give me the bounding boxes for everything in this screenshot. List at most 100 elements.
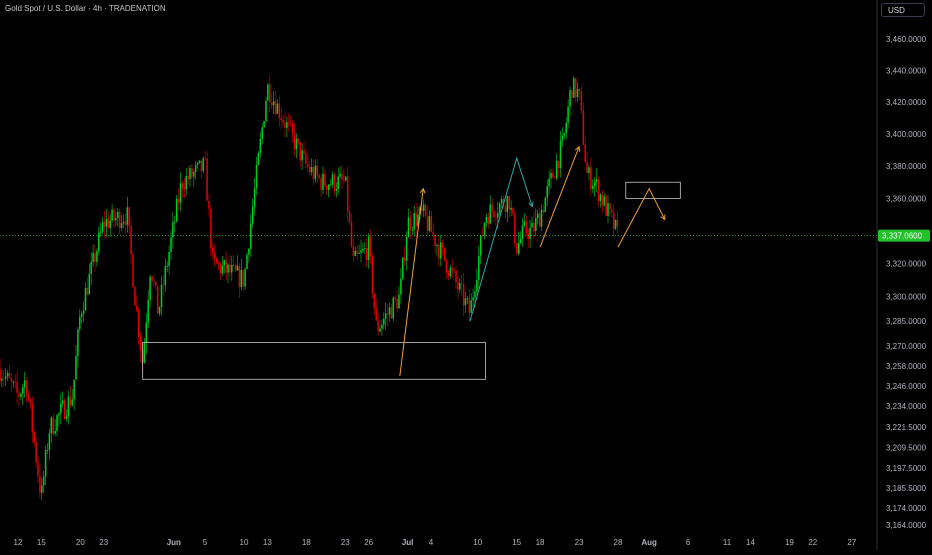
candle-up <box>485 216 488 224</box>
candle-down <box>29 399 32 405</box>
candle-up <box>345 176 347 181</box>
candle-up <box>120 223 123 228</box>
candle-up <box>474 291 476 298</box>
candle-down <box>426 215 429 231</box>
candle-up <box>472 297 474 301</box>
candle-up <box>92 253 94 262</box>
price-tick-label: 3,185.5000 <box>886 484 927 493</box>
chart-area[interactable]: 3,460.0000 3,440.0000 3,420.0000 3,400.0000… <box>0 0 932 550</box>
current-price-value: 3,337.0600 <box>882 232 923 241</box>
candle-down <box>132 254 134 288</box>
candle-down <box>390 307 393 319</box>
candle-up <box>56 415 58 432</box>
candle-up <box>555 161 558 179</box>
candle-down <box>269 84 271 103</box>
candle-up <box>362 249 364 251</box>
candle-up <box>96 251 98 262</box>
candle-up <box>367 236 370 261</box>
time-tick-label: 23 <box>99 538 108 547</box>
candle-down <box>293 133 296 150</box>
candle-up <box>202 158 205 171</box>
candle-up <box>117 211 119 218</box>
candle-down <box>557 161 560 169</box>
time-tick-label: Jun <box>167 538 181 547</box>
candle-down <box>343 179 345 181</box>
candle-up <box>295 138 298 150</box>
candle-up <box>77 329 79 356</box>
candle-up <box>573 78 575 98</box>
candle-down <box>232 265 235 266</box>
candle-down <box>424 204 427 216</box>
candle-down <box>191 168 193 177</box>
price-tick-label: 3,380.0000 <box>886 162 927 171</box>
candle-down <box>181 183 184 189</box>
candle-up <box>99 231 102 233</box>
candle-down <box>441 242 444 248</box>
candle-up <box>546 186 548 198</box>
candlestick-chart[interactable]: 3,460.0000 3,440.0000 3,420.0000 3,400.0000… <box>0 0 932 550</box>
candle-up <box>322 173 324 191</box>
symbol-title: Gold Spot / U.S. Dollar · 4h · TRADENATI… <box>5 4 166 13</box>
candle-down <box>229 264 231 273</box>
candle-up <box>122 221 125 224</box>
price-tick-label: 3,400.0000 <box>886 130 927 139</box>
candle-up <box>143 342 146 363</box>
candle-up <box>71 399 73 406</box>
candle-up <box>145 322 148 343</box>
candle-up <box>550 173 552 179</box>
candle-down <box>151 276 153 281</box>
candle-up <box>548 178 550 187</box>
candle-up <box>540 209 543 227</box>
candle-up <box>327 185 330 191</box>
price-tick-label: 3,164.0000 <box>886 521 927 530</box>
candle-down <box>35 442 37 463</box>
candle-down <box>316 165 319 176</box>
candle-up <box>251 206 254 224</box>
candle-down <box>299 142 301 161</box>
candle-down <box>284 122 286 128</box>
candle-down <box>571 90 573 98</box>
candle-down <box>616 219 619 227</box>
price-tick-label: 3,440.0000 <box>886 67 927 76</box>
currency-badge[interactable]: USD <box>881 3 925 17</box>
candle-up <box>405 237 408 261</box>
candle-down <box>371 256 374 294</box>
price-tick-label: 3,234.0000 <box>886 402 927 411</box>
price-tick-label: 3,360.0000 <box>886 194 927 203</box>
candle-up <box>44 450 47 477</box>
price-tick-label: 3,246.0000 <box>886 382 927 391</box>
candle-down <box>447 272 450 277</box>
candle-down <box>445 260 448 273</box>
price-tick-label: 3,320.0000 <box>886 259 927 268</box>
candle-up <box>126 207 129 225</box>
candle-down <box>303 150 305 154</box>
candle-up <box>60 403 62 414</box>
candle-down <box>305 153 307 164</box>
candle-down <box>578 88 581 92</box>
candle-down <box>134 287 136 306</box>
candle-down <box>307 163 309 167</box>
candle-down <box>409 217 412 231</box>
candle-down <box>356 250 358 254</box>
candle-down <box>430 216 433 232</box>
candle-down <box>432 231 434 235</box>
candle-down <box>308 166 311 173</box>
candle-up <box>67 396 70 417</box>
candle-up <box>164 266 167 286</box>
candle-up <box>384 313 387 319</box>
candle-down <box>508 195 510 210</box>
candle-down <box>10 378 13 382</box>
candle-down <box>270 102 273 106</box>
candle-down <box>586 162 588 174</box>
candle-down <box>213 252 216 259</box>
candle-up <box>478 255 480 280</box>
time-tick-label: 11 <box>723 538 732 547</box>
candle-up <box>246 254 248 270</box>
candle-up <box>160 284 163 308</box>
candle-up <box>354 250 357 256</box>
candle-down <box>225 260 227 273</box>
candle-up <box>559 140 562 169</box>
candle-down <box>590 167 592 189</box>
candle-up <box>82 310 85 314</box>
candle-up <box>466 298 469 300</box>
